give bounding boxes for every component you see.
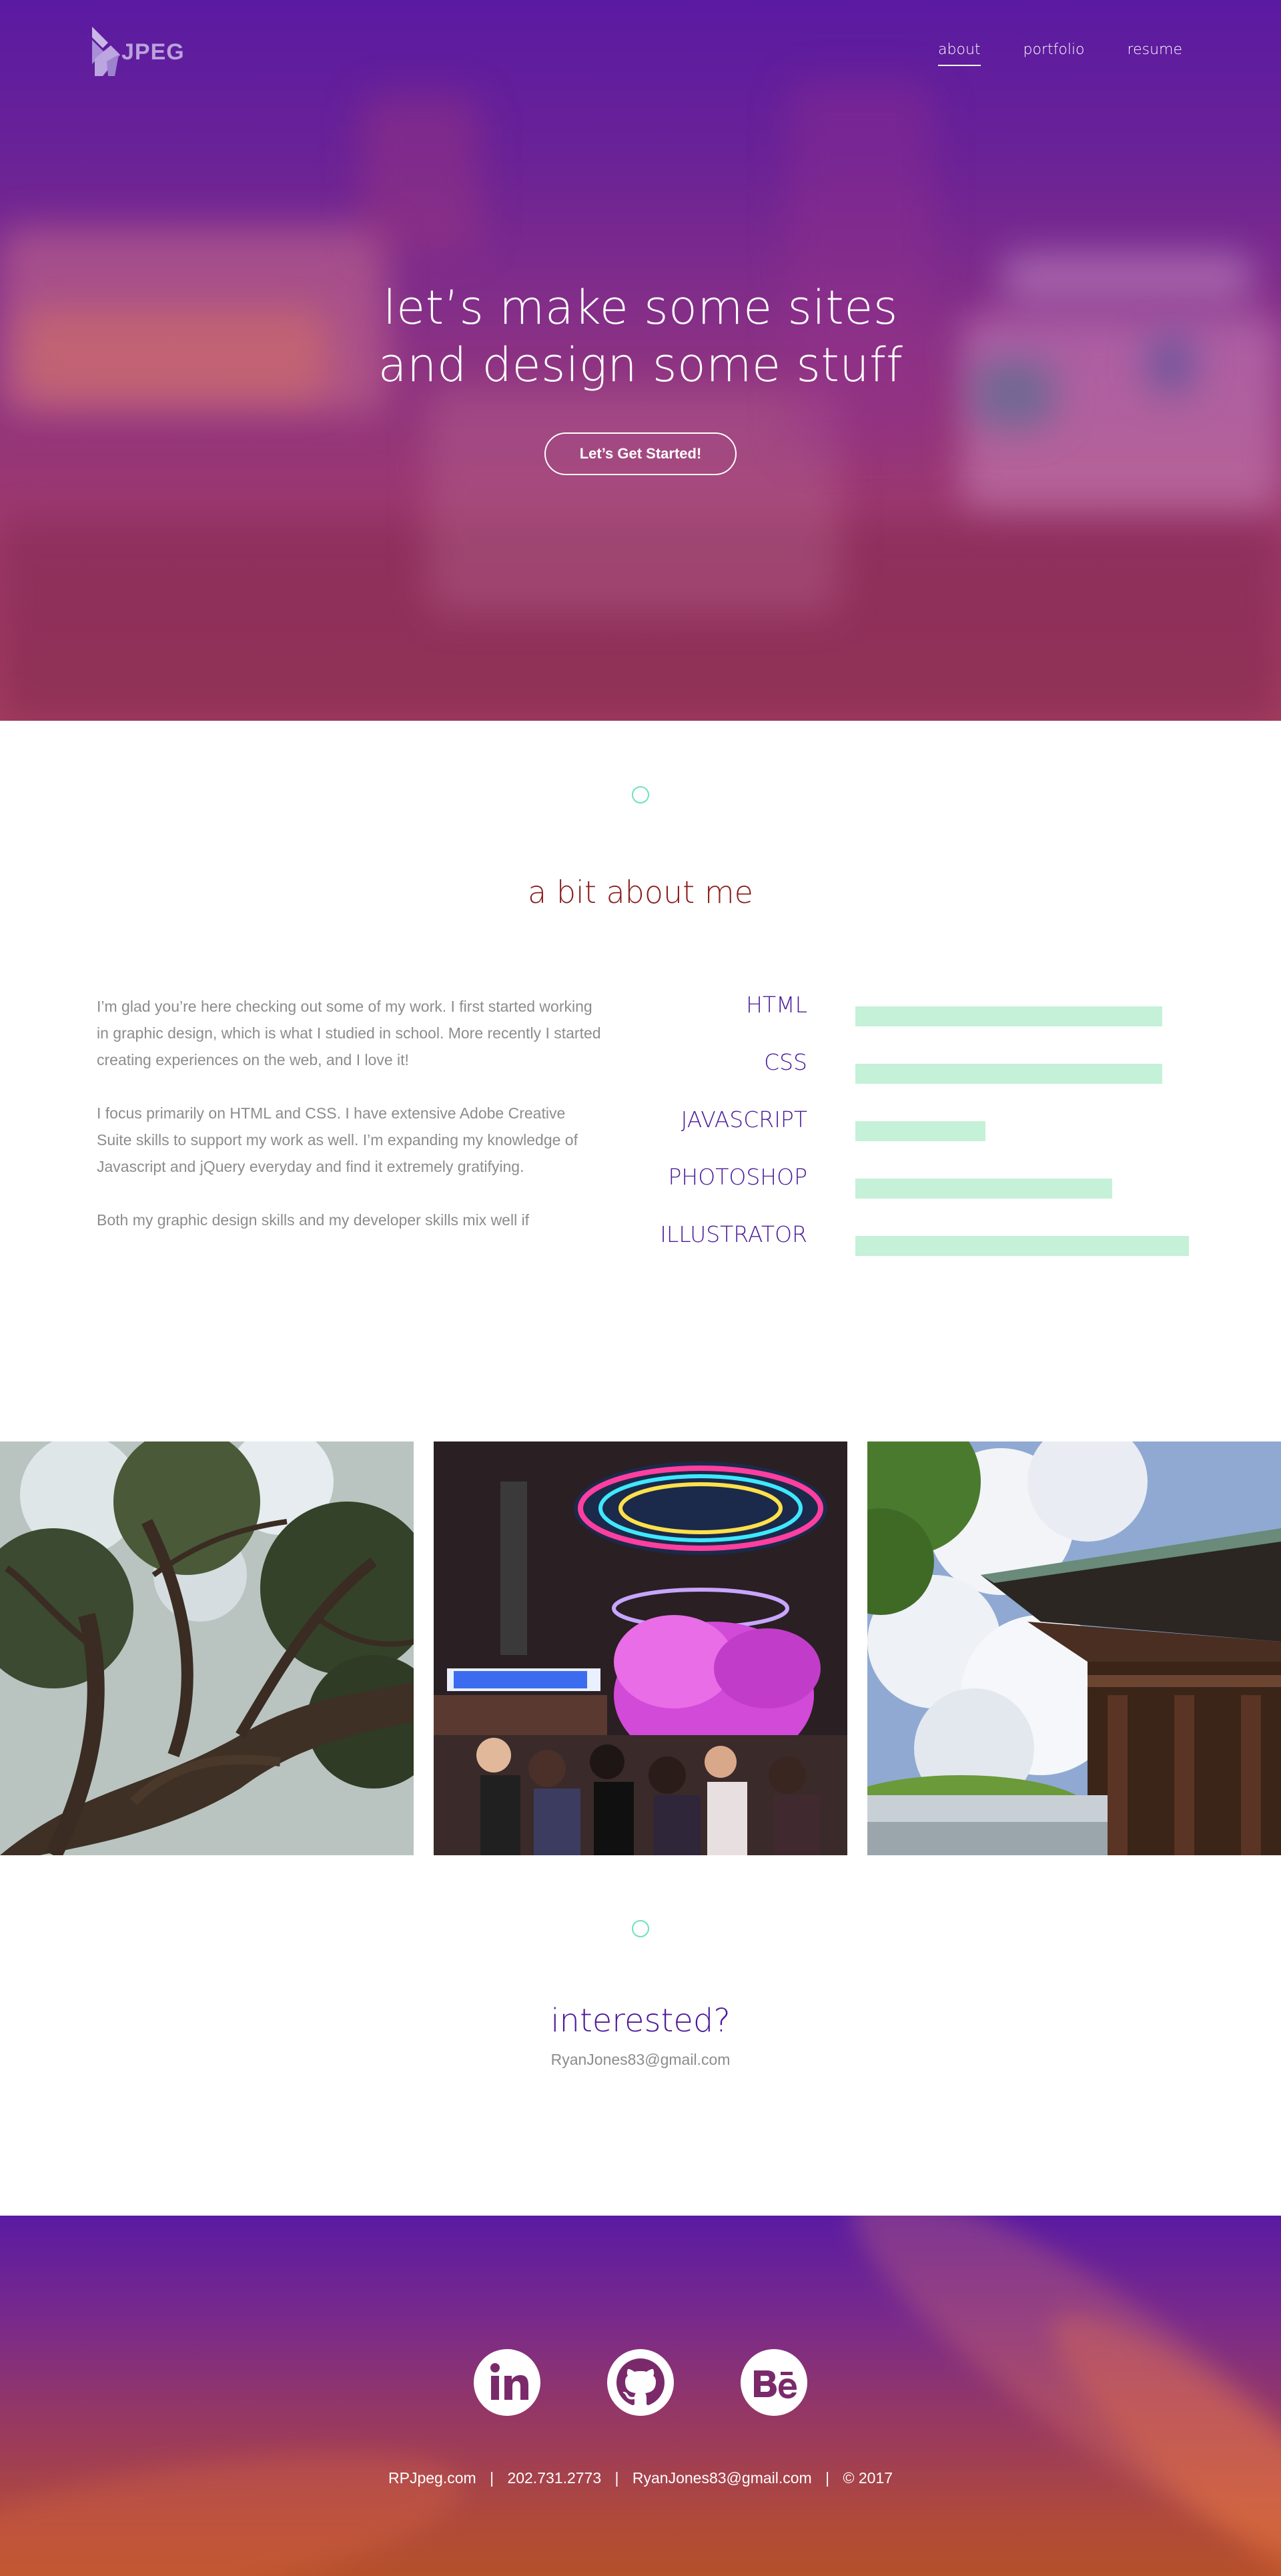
about-title: a bit about me xyxy=(528,874,753,910)
footer-email-link[interactable]: RyanJones83@gmail.com xyxy=(632,2469,812,2487)
hero-bg-blur xyxy=(787,80,934,454)
skill-item-html: HTML xyxy=(640,988,1201,1026)
skill-track xyxy=(855,1064,1189,1084)
about-paragraph: I focus primarily on HTML and CSS. I hav… xyxy=(97,1104,578,1175)
behance-button[interactable] xyxy=(741,2349,807,2416)
skill-bar xyxy=(855,1006,1162,1026)
footer-site-link[interactable]: RPJpeg.com xyxy=(388,2469,476,2487)
hero-bg-blur xyxy=(427,387,841,614)
contact-title: interested? xyxy=(550,2002,731,2039)
skill-bar xyxy=(855,1179,1112,1199)
skill-bar xyxy=(855,1121,985,1141)
footer-contact-line: RPJpeg.com | 202.731.2773 | RyanJones83@… xyxy=(0,2469,1281,2487)
skill-item-css: CSS xyxy=(640,1045,1201,1084)
linkedin-icon xyxy=(490,2363,528,2400)
github-icon xyxy=(616,2358,665,2405)
skill-track xyxy=(855,1179,1189,1199)
behance-icon xyxy=(754,2370,797,2398)
footer-copyright: © 2017 xyxy=(843,2469,893,2487)
skill-track xyxy=(855,1236,1189,1256)
nav-item-portfolio[interactable]: portfolio xyxy=(1023,41,1085,66)
footer-separator: | xyxy=(614,2469,619,2487)
skill-label: PHOTOSHOP xyxy=(668,1164,807,1190)
site-logo[interactable]: JPEG xyxy=(88,25,185,79)
tree-photo[interactable] xyxy=(0,1441,414,1855)
hero-bg-blur xyxy=(360,93,480,254)
hero-title-line-2: and design some stuff xyxy=(378,338,903,392)
get-started-button[interactable]: Let’s Get Started! xyxy=(544,432,737,475)
main-nav: about portfolio resume xyxy=(895,41,1182,66)
skill-label: ILLUSTRATOR xyxy=(660,1221,807,1247)
linkedin-button[interactable] xyxy=(474,2349,540,2416)
skill-track xyxy=(855,1006,1189,1026)
hero-title: let’s make some sites and design some st… xyxy=(0,279,1281,394)
hero-title-line-1: let’s make some sites xyxy=(383,280,898,335)
hero-section: JPEG about portfolio resume let’s make s… xyxy=(0,0,1281,721)
footer-phone: 202.731.2773 xyxy=(507,2469,602,2487)
github-button[interactable] xyxy=(607,2349,674,2416)
skill-item-javascript: JAVASCRIPT xyxy=(640,1102,1201,1141)
skill-label: HTML xyxy=(746,992,807,1018)
about-paragraph: I’m glad you’re here checking out some o… xyxy=(97,998,601,1068)
nav-item-about[interactable]: about xyxy=(938,41,981,66)
skill-item-photoshop: PHOTOSHOP xyxy=(640,1160,1201,1199)
footer-separator: | xyxy=(490,2469,494,2487)
contact-email-link[interactable]: RyanJones83@gmail.com xyxy=(0,2051,1281,2069)
section-divider-ring xyxy=(632,786,649,803)
footer-separator: | xyxy=(825,2469,830,2487)
logo-mark-icon xyxy=(92,27,120,76)
about-text: I’m glad you’re here checking out some o… xyxy=(97,993,604,1260)
site-footer: RPJpeg.com | 202.731.2773 | RyanJones83@… xyxy=(0,2216,1281,2576)
logo-text: JPEG xyxy=(121,39,185,65)
skill-item-illustrator: ILLUSTRATOR xyxy=(640,1217,1201,1256)
skill-label: CSS xyxy=(764,1049,807,1075)
skill-track xyxy=(855,1121,1189,1141)
about-paragraph: Both my graphic design skills and my dev… xyxy=(97,1211,530,1229)
footer-bg-streak xyxy=(0,2418,474,2576)
skill-bar xyxy=(855,1236,1189,1256)
arcade-photo[interactable] xyxy=(434,1441,847,1855)
skill-label: JAVASCRIPT xyxy=(681,1106,807,1133)
skill-bar xyxy=(855,1064,1162,1084)
temple-photo[interactable] xyxy=(867,1441,1281,1855)
nav-item-resume[interactable]: resume xyxy=(1128,41,1182,66)
section-divider-ring xyxy=(632,1920,649,1937)
photo-gallery xyxy=(0,1441,1281,1855)
